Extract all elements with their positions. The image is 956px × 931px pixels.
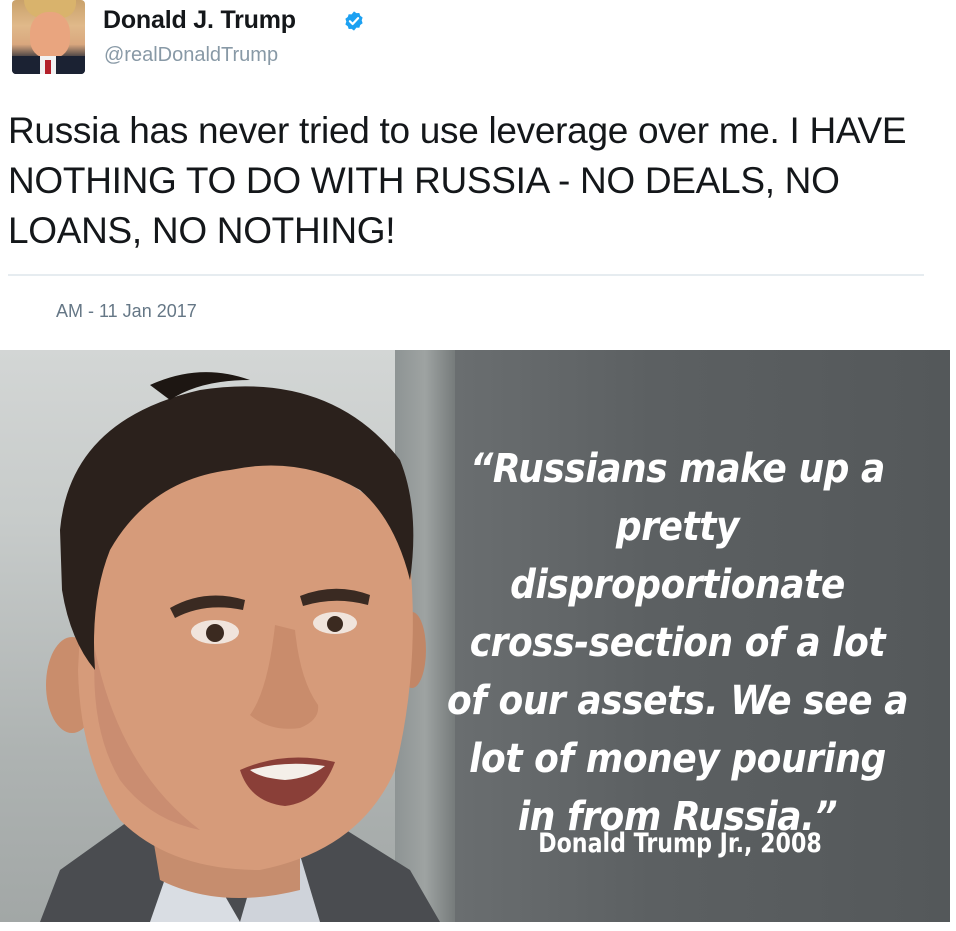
author-name[interactable]: Donald J. Trump <box>103 6 296 35</box>
quote-text: “Russians make up a pretty disproportion… <box>446 446 909 840</box>
verified-badge-icon <box>345 11 363 31</box>
quote-attribution: Donald Trump Jr., 2008 <box>538 828 822 859</box>
divider <box>8 274 924 276</box>
tweet-card: Donald J. Trump @realDonaldTrump Russia … <box>0 0 956 340</box>
person-photo <box>40 372 440 922</box>
quote-image: “Russians make up a pretty disproportion… <box>0 350 950 922</box>
tweet-timestamp[interactable]: AM - 11 Jan 2017 <box>56 301 197 322</box>
tweet-text: Russia has never tried to use leverage o… <box>8 110 907 251</box>
author-handle[interactable]: @realDonaldTrump <box>104 44 278 67</box>
avatar[interactable] <box>12 0 85 74</box>
